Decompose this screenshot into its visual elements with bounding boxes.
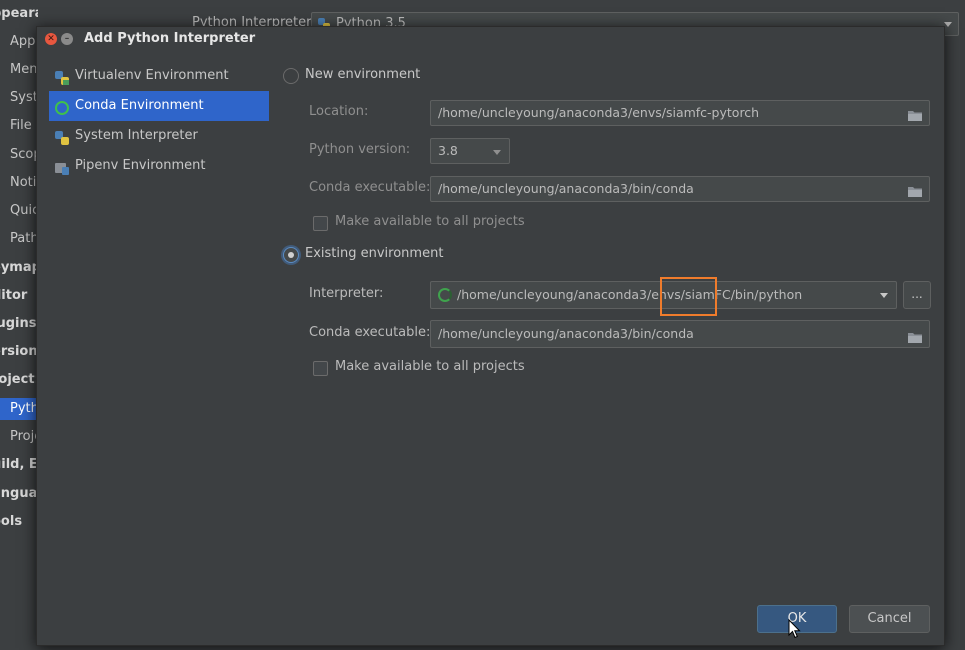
type-item-system-interpreter[interactable]: System Interpreter [49, 121, 269, 151]
settings-sidebar: ppearance & Behavior Appe Men Syst File C Sco… [0, 0, 38, 650]
type-item-conda[interactable]: Conda Environment [49, 91, 269, 121]
annotation-highlight-box [660, 277, 717, 316]
add-python-interpreter-dialog: ✕ – Add Python Interpreter Virtualenv En… [36, 26, 945, 646]
browse-interpreter-button[interactable]: ... [903, 281, 931, 309]
cancel-button[interactable]: Cancel [849, 605, 930, 633]
type-item-label: Virtualenv Environment [75, 68, 229, 83]
pipenv-icon [54, 158, 70, 175]
existing-environment-radio[interactable] [283, 247, 299, 263]
type-item-label: System Interpreter [75, 128, 198, 143]
settings-sidebar-item[interactable]: File C [10, 115, 38, 137]
chevron-down-icon [493, 150, 501, 155]
type-item-pipenv[interactable]: Pipenv Environment [49, 151, 269, 181]
existing-environment-label: Existing environment [305, 246, 444, 261]
settings-sidebar-item[interactable]: Proje [10, 426, 38, 448]
new-environment-radio[interactable] [283, 68, 299, 84]
new-environment-label: New environment [305, 67, 421, 82]
settings-sidebar-item[interactable]: uild, E [0, 454, 38, 476]
settings-sidebar-item[interactable]: ersion [0, 341, 38, 363]
python-version-value: 3.8 [438, 143, 458, 158]
mouse-cursor-icon [788, 619, 801, 639]
conda-icon [438, 288, 452, 302]
python-icon [54, 68, 70, 85]
conda-icon [54, 98, 70, 115]
existing-env-make-available-label: Make available to all projects [335, 359, 525, 374]
settings-sidebar-item[interactable]: Men [10, 59, 37, 81]
dialog-title: Add Python Interpreter [84, 31, 256, 46]
conda-executable-value: /home/uncleyoung/anaconda3/bin/conda [438, 326, 694, 341]
settings-sidebar-item[interactable]: Path [10, 228, 38, 250]
python-version-label: Python version: [309, 142, 411, 157]
existing-env-conda-executable-field[interactable]: /home/uncleyoung/anaconda3/bin/conda [430, 320, 930, 348]
python-icon [54, 128, 70, 145]
type-item-label: Conda Environment [75, 98, 204, 113]
chevron-down-icon [944, 22, 952, 27]
type-item-virtualenv[interactable]: Virtualenv Environment [49, 61, 269, 91]
settings-sidebar-item[interactable]: Pyth [0, 398, 38, 420]
location-field[interactable]: /home/uncleyoung/anaconda3/envs/siamfc-p… [430, 100, 930, 126]
dialog-titlebar: ✕ – Add Python Interpreter [37, 27, 944, 51]
location-label: Location: [309, 104, 369, 119]
minimize-window-button[interactable]: – [61, 33, 73, 45]
new-env-conda-executable-field[interactable]: /home/uncleyoung/anaconda3/bin/conda [430, 176, 930, 202]
settings-sidebar-item[interactable]: ools [0, 511, 22, 533]
location-value: /home/uncleyoung/anaconda3/envs/siamfc-p… [438, 105, 760, 120]
settings-sidebar-item[interactable]: eymap [0, 257, 38, 279]
folder-icon[interactable] [907, 327, 923, 343]
conda-executable-label: Conda executable: [309, 325, 431, 340]
settings-sidebar-item[interactable]: anguag [0, 483, 38, 505]
environment-type-list: Virtualenv Environment Conda Environment… [49, 61, 269, 201]
new-env-make-available-label: Make available to all projects [335, 214, 525, 229]
new-env-make-available-checkbox[interactable] [313, 216, 328, 231]
settings-sidebar-item[interactable]: roject: [0, 369, 38, 391]
settings-sidebar-item[interactable]: lugins [0, 313, 36, 335]
existing-env-make-available-checkbox[interactable] [313, 361, 328, 376]
conda-executable-value: /home/uncleyoung/anaconda3/bin/conda [438, 181, 694, 196]
close-icon: ✕ [47, 34, 55, 44]
settings-sidebar-item[interactable]: ditor [0, 285, 27, 307]
folder-icon[interactable] [907, 106, 923, 121]
interpreter-label: Interpreter: [309, 286, 384, 301]
folder-icon[interactable] [907, 182, 923, 197]
interpreter-value: /home/uncleyoung/anaconda3/envs/siamFC/b… [457, 287, 803, 302]
conda-settings-panel: New environment Location: /home/uncleyou… [277, 61, 937, 621]
settings-sidebar-item[interactable]: Notif [10, 172, 38, 194]
conda-executable-label: Conda executable: [309, 180, 431, 195]
settings-sidebar-item[interactable]: Quic [10, 200, 38, 222]
settings-sidebar-item[interactable]: Appe [10, 31, 38, 53]
python-version-select[interactable]: 3.8 [430, 138, 510, 164]
chevron-down-icon [880, 293, 888, 298]
settings-sidebar-item[interactable]: ppearance & Behavior [0, 3, 38, 25]
settings-sidebar-item[interactable]: Scop [10, 144, 38, 166]
close-window-button[interactable]: ✕ [45, 33, 57, 45]
minimize-icon: – [64, 34, 70, 44]
type-item-label: Pipenv Environment [75, 158, 206, 173]
settings-sidebar-item[interactable]: Syst [10, 87, 38, 109]
